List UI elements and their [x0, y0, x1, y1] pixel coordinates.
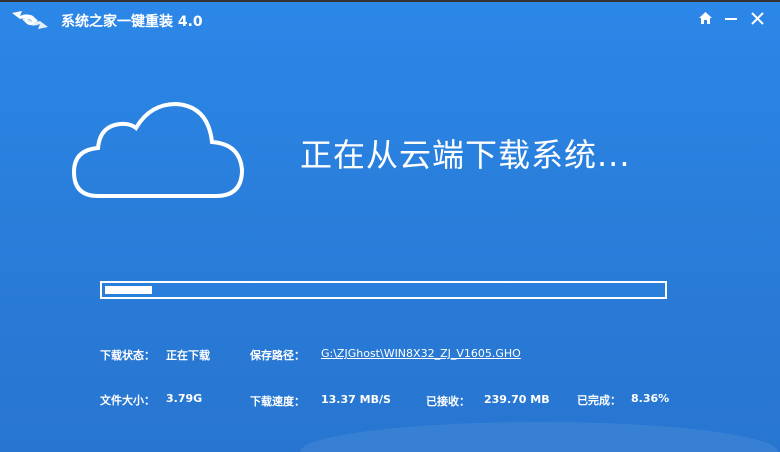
size-value: 3.79G	[166, 392, 203, 405]
cloud-icon	[71, 102, 245, 198]
app-logo-icon	[12, 11, 48, 29]
size-label: 文件大小：	[100, 394, 155, 407]
received-value: 239.70 MB	[484, 393, 550, 406]
progress-fill	[105, 286, 152, 294]
title-bar[interactable]: 系统之家一键重装 4.0	[0, 2, 780, 36]
received-label: 已接收：	[426, 395, 470, 408]
minimize-button[interactable]	[721, 8, 741, 28]
save-path-link[interactable]: G:\ZJGhost\WIN8X32_ZJ_V1605.GHO	[321, 347, 521, 360]
home-button[interactable]	[695, 8, 715, 28]
status-value: 正在下载	[166, 349, 210, 362]
done-label: 已完成：	[577, 394, 621, 407]
path-label: 保存路径：	[250, 349, 305, 362]
decorative-arc	[300, 422, 778, 452]
speed-value: 13.37 MB/S	[321, 393, 391, 406]
speed-label: 下载速度：	[250, 395, 305, 408]
close-button[interactable]	[747, 8, 767, 28]
installer-window: 系统之家一键重装 4.0 正在从云端下载系统... 下载状态： 正在下载 保存路…	[0, 0, 780, 452]
window-title: 系统之家一键重装 4.0	[61, 14, 203, 30]
home-icon	[698, 12, 712, 24]
minimize-icon	[725, 18, 737, 20]
download-progress-bar	[100, 281, 667, 299]
status-label: 下载状态：	[100, 349, 155, 362]
status-heading: 正在从云端下载系统...	[300, 136, 631, 174]
done-value: 8.36%	[631, 392, 670, 405]
close-icon	[750, 11, 764, 25]
